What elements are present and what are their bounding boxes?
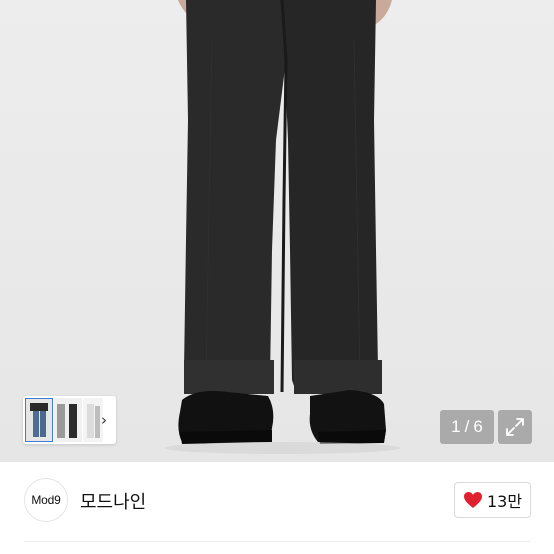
divider	[24, 541, 531, 542]
like-button[interactable]: 13만	[454, 482, 531, 518]
store-row[interactable]: Mod9 모드나인 13만	[0, 462, 554, 542]
thumbnail-strip[interactable]: ›	[23, 396, 116, 444]
thumbnail-2[interactable]	[54, 398, 82, 442]
image-counter-total: 6	[473, 417, 483, 436]
image-counter: 1 / 6	[440, 410, 494, 444]
product-image[interactable]: › 1 / 6	[0, 0, 554, 462]
expand-button[interactable]	[498, 410, 532, 444]
store-name[interactable]: 모드나인	[80, 488, 146, 514]
heart-icon	[463, 492, 482, 508]
expand-icon	[506, 418, 524, 436]
product-photo-jeans	[164, 0, 400, 454]
like-count: 13만	[486, 492, 523, 511]
image-counter-separator: /	[464, 417, 470, 436]
store-avatar[interactable]: Mod9	[24, 478, 68, 522]
image-counter-current: 1	[451, 417, 461, 436]
thumbnail-next-chevron-icon[interactable]: ›	[98, 410, 110, 430]
thumbnail-1[interactable]	[25, 398, 53, 442]
